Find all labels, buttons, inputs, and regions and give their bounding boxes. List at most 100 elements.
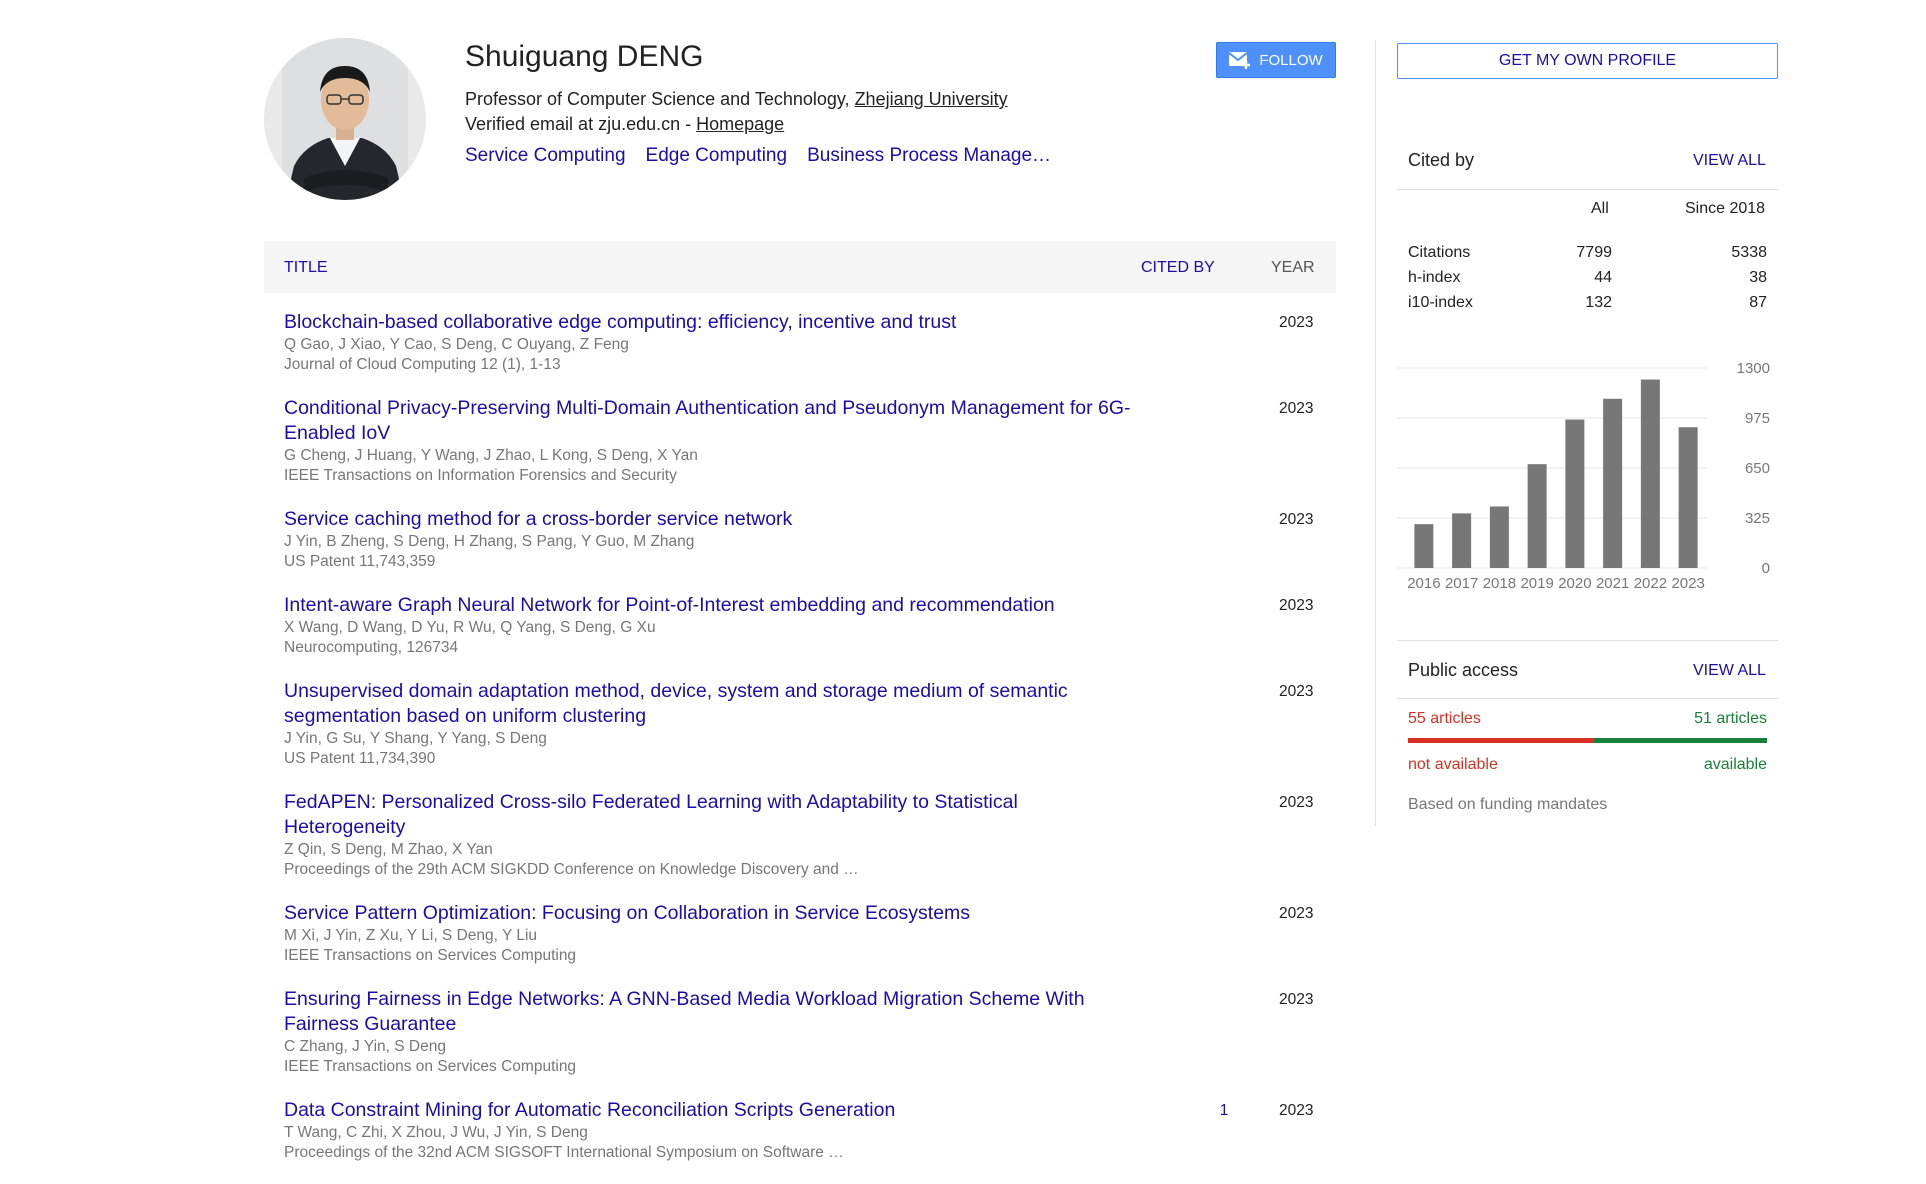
article-title[interactable]: Ensuring Fairness in Edge Networks: A GN… [284,987,1144,1037]
table-row: Service caching method for a cross-borde… [264,507,1336,593]
article-title[interactable]: Service Pattern Optimization: Focusing o… [284,901,1144,926]
bar-2019[interactable] [1527,464,1547,568]
stat-since: 87 [1749,294,1767,311]
article-venue: IEEE Transactions on Services Computing [284,947,577,964]
divider [1397,189,1778,190]
cited-count[interactable]: 1 [1204,1102,1244,1120]
follow-label: FOLLOW [1259,51,1323,69]
bar-2022[interactable] [1640,379,1660,568]
sidebar-divider [1375,40,1376,826]
divider [1397,698,1778,699]
not-available-bar [1408,738,1594,743]
email-text: Verified email at zju.edu.cn - [465,114,697,134]
article-venue: US Patent 11,743,359 [284,553,436,570]
article-year: 2023 [1279,314,1314,331]
email-follow-icon [1229,52,1251,69]
research-interests: Service Computing Edge Computing Busines… [465,145,1051,167]
bar-2021[interactable] [1603,398,1623,568]
profile-name: Shuiguang DENG [465,40,704,73]
affiliation-link[interactable]: Zhejiang University [855,89,1008,109]
affiliation: Professor of Computer Science and Techno… [465,89,1008,110]
bar-2020[interactable] [1565,419,1585,568]
y-tick-label: 325 [1745,510,1770,527]
cited-by-title: Cited by [1408,150,1475,170]
table-row: Blockchain-based collaborative edge comp… [264,310,1336,396]
table-row: Service Pattern Optimization: Focusing o… [264,901,1336,987]
bar-2016[interactable] [1414,524,1434,568]
article-authors: J Yin, B Zheng, S Deng, H Zhang, S Pang,… [284,533,695,550]
x-tick-label: 2020 [1558,575,1591,592]
col-all-header: All [1591,200,1609,217]
article-title[interactable]: Data Constraint Mining for Automatic Rec… [284,1098,1144,1123]
article-year: 2023 [1279,683,1314,700]
article-venue: Proceedings of the 29th ACM SIGKDD Confe… [284,861,859,878]
sort-by-year[interactable]: YEAR [1271,259,1315,277]
stat-label: Citations [1408,244,1471,261]
x-tick-label: 2021 [1596,575,1629,592]
article-venue: Proceedings of the 32nd ACM SIGSOFT Inte… [284,1144,844,1161]
avatar [264,38,426,200]
cited-by-view-all-link[interactable]: VIEW ALL [1693,152,1766,170]
get-my-own-profile-button[interactable]: GET MY OWN PROFILE [1397,43,1778,79]
available-bar [1594,738,1767,743]
article-authors: C Zhang, J Yin, S Deng [284,1038,446,1055]
interest-link[interactable]: Service Computing [465,145,626,167]
y-tick-label: 1300 [1737,360,1770,377]
article-authors: T Wang, C Zhi, X Zhou, J Wu, J Yin, S De… [284,1124,588,1141]
interest-link[interactable]: Business Process Manage… [807,145,1051,167]
article-venue: IEEE Transactions on Services Computing [284,1058,577,1075]
article-authors: Z Qin, S Deng, M Zhao, X Yan [284,841,493,858]
divider [1397,640,1778,641]
table-row: Ensuring Fairness in Edge Networks: A GN… [264,987,1336,1098]
affiliation-text: Professor of Computer Science and Techno… [465,89,855,109]
x-tick-label: 2018 [1483,575,1516,592]
article-authors: Q Gao, J Xiao, Y Cao, S Deng, C Ouyang, … [284,336,629,353]
y-tick-label: 975 [1745,410,1770,427]
bar-2017[interactable] [1452,513,1472,568]
article-title[interactable]: Unsupervised domain adaptation method, d… [284,679,1144,729]
bar-2018[interactable] [1489,506,1509,568]
stat-label: h-index [1408,269,1461,286]
stat-all: 44 [1594,269,1612,286]
stat-label: i10-index [1408,294,1473,311]
sort-by-cited[interactable]: CITED BY [1141,259,1215,277]
public-access-view-all-link[interactable]: VIEW ALL [1693,662,1766,680]
stat-all: 132 [1585,294,1612,311]
not-available-count[interactable]: 55 articles [1408,710,1481,728]
article-title[interactable]: Conditional Privacy-Preserving Multi-Dom… [284,396,1144,446]
table-row: FedAPEN: Personalized Cross-silo Federat… [264,790,1336,901]
article-year: 2023 [1279,597,1314,614]
article-authors: G Cheng, J Huang, Y Wang, J Zhao, L Kong… [284,447,698,464]
article-title[interactable]: Intent-aware Graph Neural Network for Po… [284,593,1144,618]
table-row: Conditional Privacy-Preserving Multi-Dom… [264,396,1336,507]
article-title[interactable]: Service caching method for a cross-borde… [284,507,1144,532]
bar-2023[interactable] [1678,427,1698,568]
sort-by-title[interactable]: TITLE [284,259,328,277]
article-venue: US Patent 11,734,390 [284,750,436,767]
article-year: 2023 [1279,905,1314,922]
not-available-label: not available [1408,756,1498,773]
interest-link[interactable]: Edge Computing [646,145,788,167]
article-year: 2023 [1279,991,1314,1008]
follow-button[interactable]: FOLLOW [1216,42,1336,78]
table-row: Unsupervised domain adaptation method, d… [264,679,1336,790]
stat-since: 5338 [1731,244,1767,261]
x-tick-label: 2019 [1520,575,1553,592]
table-row: Intent-aware Graph Neural Network for Po… [264,593,1336,679]
y-tick-label: 650 [1745,460,1770,477]
available-label: available [1703,756,1767,773]
articles-list: Blockchain-based collaborative edge comp… [264,310,1336,1184]
article-venue: IEEE Transactions on Information Forensi… [284,467,677,484]
homepage-link[interactable]: Homepage [696,114,784,134]
article-title[interactable]: Blockchain-based collaborative edge comp… [284,310,1144,335]
article-title[interactable]: FedAPEN: Personalized Cross-silo Federat… [284,790,1144,840]
x-tick-label: 2016 [1407,575,1440,592]
public-access-title: Public access [1408,660,1519,680]
article-authors: M Xi, J Yin, Z Xu, Y Li, S Deng, Y Liu [284,927,538,944]
article-venue: Neurocomputing, 126734 [284,639,459,656]
citations-bar-chart: 0 325 650 975 1300 2016 2017 2018 2019 2020 2021 20… [1397,360,1770,592]
funding-mandates-note: Based on funding mandates [1408,796,1608,813]
available-count[interactable]: 51 articles [1694,710,1767,728]
article-year: 2023 [1279,1102,1314,1119]
article-venue: Journal of Cloud Computing 12 (1), 1-13 [284,356,561,373]
